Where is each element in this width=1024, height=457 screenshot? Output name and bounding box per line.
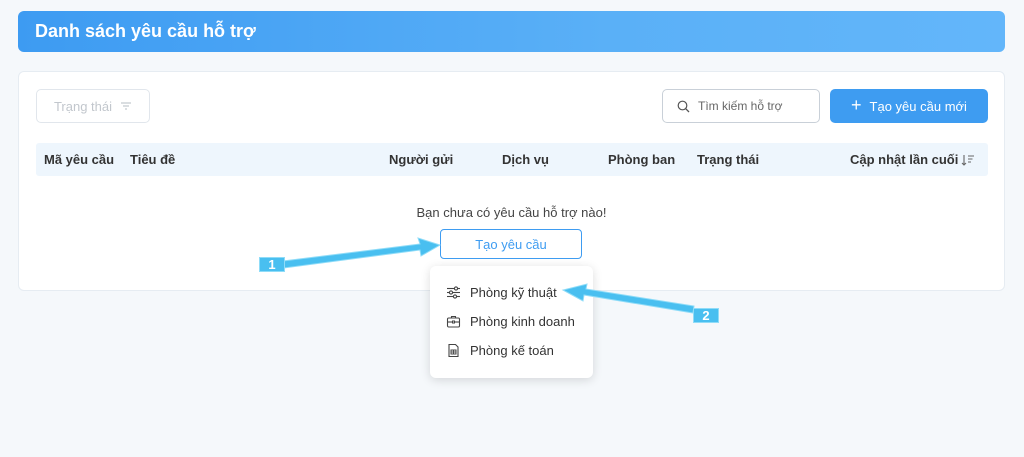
request-list-card: Trạng thái + Tạo yêu cầu mới Mã yêu cầu … xyxy=(18,71,1005,291)
column-header-last-updated-wrap[interactable]: Cập nhật lần cuối xyxy=(850,143,975,176)
dropdown-item-sales[interactable]: Phòng kinh doanh xyxy=(430,307,593,336)
dropdown-item-label: Phòng kinh doanh xyxy=(470,314,575,329)
column-header-id[interactable]: Mã yêu cầu xyxy=(44,143,114,176)
column-header-service[interactable]: Dịch vụ xyxy=(502,143,549,176)
search-icon xyxy=(677,100,690,112)
table-header: Mã yêu cầu Tiêu đề Người gửi Dịch vụ Phò… xyxy=(36,143,988,176)
search-box[interactable] xyxy=(662,89,820,123)
empty-state-message: Bạn chưa có yêu cầu hỗ trợ nào! xyxy=(416,205,607,220)
dropdown-item-label: Phòng kế toán xyxy=(470,343,554,358)
column-header-last-updated: Cập nhật lần cuối xyxy=(850,152,959,167)
filter-icon xyxy=(121,102,132,110)
sliders-icon xyxy=(447,286,460,299)
briefcase-icon xyxy=(446,315,461,328)
sort-desc-icon[interactable] xyxy=(961,154,975,166)
callout-badge-2: 2 xyxy=(693,308,719,323)
document-icon xyxy=(448,343,459,358)
search-input[interactable] xyxy=(698,99,808,113)
create-request-button[interactable]: Tạo yêu cầu xyxy=(440,229,582,259)
plus-icon: + xyxy=(851,95,862,115)
dropdown-item-label: Phòng kỹ thuật xyxy=(470,285,557,300)
dropdown-item-technical[interactable]: Phòng kỹ thuật xyxy=(430,278,593,307)
department-dropdown-menu: Phòng kỹ thuật Phòng kinh doanh Phòng kế… xyxy=(430,266,593,378)
new-request-label: Tạo yêu cầu mới xyxy=(869,98,967,114)
column-header-status[interactable]: Trạng thái xyxy=(697,143,759,176)
dropdown-item-accounting[interactable]: Phòng kế toán xyxy=(430,336,593,365)
column-header-title[interactable]: Tiêu đề xyxy=(130,143,175,176)
status-filter-button[interactable]: Trạng thái xyxy=(36,89,150,123)
new-request-button[interactable]: + Tạo yêu cầu mới xyxy=(830,89,988,123)
page-header: Danh sách yêu cầu hỗ trợ xyxy=(18,11,1005,52)
status-filter-label: Trạng thái xyxy=(53,98,113,114)
page-title: Danh sách yêu cầu hỗ trợ xyxy=(35,21,256,41)
column-header-sender[interactable]: Người gửi xyxy=(389,143,453,176)
column-header-department[interactable]: Phòng ban xyxy=(608,143,675,176)
callout-badge-1: 1 xyxy=(259,257,285,272)
